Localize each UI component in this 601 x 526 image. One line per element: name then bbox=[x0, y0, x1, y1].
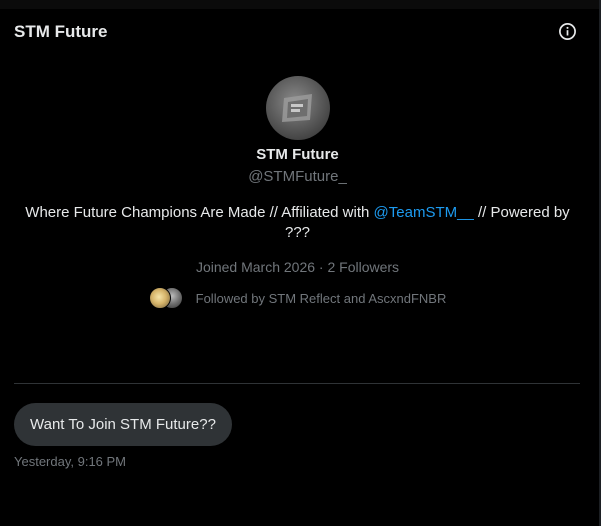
bio-text: Where Future Champions Are Made // Affil… bbox=[25, 204, 374, 221]
message-text: Want To Join STM Future?? bbox=[30, 416, 216, 433]
followers-count[interactable]: 2 Followers bbox=[327, 259, 399, 275]
profile-handle[interactable]: @STMFuture_ bbox=[248, 168, 347, 185]
info-circle-icon bbox=[559, 23, 576, 40]
stm-logo-icon bbox=[281, 94, 312, 122]
top-strip bbox=[0, 0, 601, 9]
joined-date: Joined March 2026 bbox=[195, 259, 316, 275]
message-timestamp: Yesterday, 9:16 PM bbox=[14, 454, 127, 469]
profile-bio: Where Future Champions Are Made // Affil… bbox=[18, 203, 578, 243]
info-button[interactable] bbox=[557, 21, 578, 42]
bio-mention-link[interactable]: @TeamSTM__ bbox=[374, 204, 474, 221]
profile-display-name[interactable]: STM Future bbox=[256, 146, 339, 163]
meta-separator: · bbox=[315, 259, 328, 275]
profile-card: STM Future @STMFuture_ Where Future Cham… bbox=[0, 76, 595, 309]
message-bubble[interactable]: Want To Join STM Future?? bbox=[14, 403, 232, 446]
divider bbox=[14, 383, 580, 384]
follower-avatars bbox=[148, 287, 185, 309]
profile-meta: Joined March 2026 · 2 Followers bbox=[196, 259, 399, 275]
follower-avatar-1 bbox=[148, 287, 171, 309]
avatar[interactable] bbox=[265, 76, 330, 140]
followed-by-row[interactable]: Followed by STM Reflect and AscxndFNBR bbox=[148, 287, 447, 309]
followed-by-text[interactable]: Followed by STM Reflect and AscxndFNBR bbox=[196, 291, 447, 306]
conversation-title: STM Future bbox=[14, 22, 108, 41]
